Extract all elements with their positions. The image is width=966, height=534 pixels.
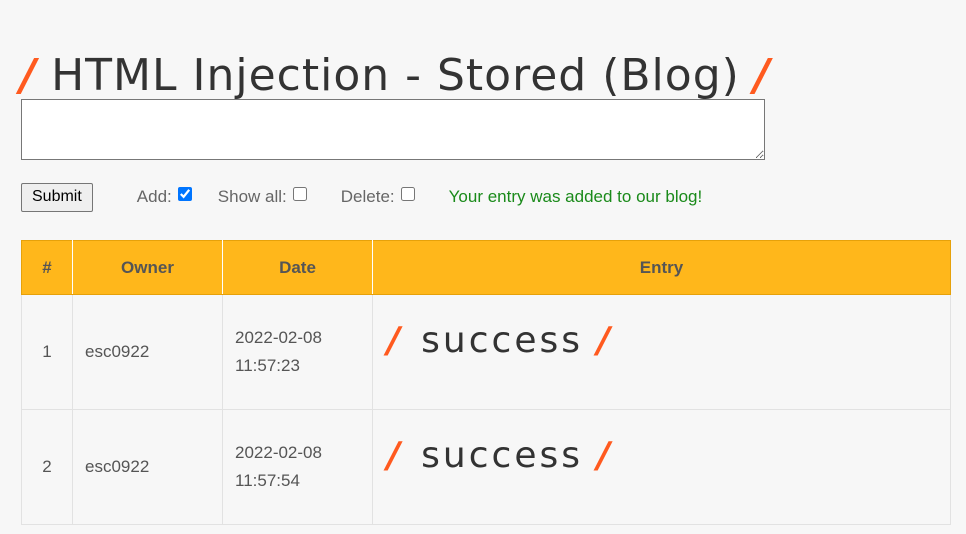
row-owner: esc0922 (72, 294, 223, 410)
entry-slash-right: / (596, 434, 614, 476)
row-date-day: 2022-02-08 (235, 443, 322, 462)
status-message: Your entry was added to our blog! (448, 187, 703, 206)
row-owner: esc0922 (72, 409, 223, 525)
title-slash-left: / (20, 49, 38, 101)
entry-text: success (421, 319, 583, 361)
blog-entry-textarea[interactable] (21, 99, 765, 160)
row-num: 1 (21, 294, 73, 410)
row-entry: / success / (372, 294, 951, 410)
delete-checkbox[interactable] (400, 187, 415, 201)
row-date: 2022-02-08 11:57:54 (222, 409, 373, 525)
entry-slash-left: / (387, 434, 404, 476)
delete-option: Delete: (341, 187, 415, 207)
row-date-day: 2022-02-08 (235, 328, 322, 347)
add-label: Add: (136, 187, 172, 206)
title-slash-right: / (753, 49, 771, 101)
table-row: 2 esc0922 2022-02-08 11:57:54 / success … (21, 409, 951, 525)
submit-button[interactable]: Submit (21, 182, 93, 212)
row-date-time: 11:57:54 (235, 471, 300, 490)
entry-content: / success / (387, 435, 613, 476)
page-title-text: HTML Injection - Stored (Blog) (51, 49, 740, 101)
entry-slash-right: / (596, 319, 614, 361)
show-all-label: Show all: (217, 187, 287, 206)
table-header-row: # Owner Date Entry (21, 240, 951, 295)
row-date-time: 11:57:23 (235, 356, 300, 375)
column-header-date: Date (222, 240, 373, 295)
entry-text: success (421, 434, 583, 476)
add-checkbox[interactable] (177, 187, 192, 201)
show-all-option: Show all: (218, 187, 307, 207)
page: / HTML Injection - Stored (Blog) / Submi… (0, 0, 966, 534)
blog-table: # Owner Date Entry 1 esc0922 2022-02-08 … (21, 240, 951, 525)
add-option: Add: (137, 187, 192, 207)
form-controls: Submit Add: Show all: Delete: Your entry… (21, 181, 941, 213)
show-all-checkbox[interactable] (292, 187, 307, 201)
row-num: 2 (21, 409, 73, 525)
table-row: 1 esc0922 2022-02-08 11:57:23 / success … (21, 294, 951, 410)
entry-content: / success / (387, 320, 613, 361)
column-header-entry: Entry (372, 240, 951, 295)
delete-label: Delete: (340, 187, 395, 206)
column-header-num: # (21, 240, 73, 295)
column-header-owner: Owner (72, 240, 223, 295)
row-entry: / success / (372, 409, 951, 525)
row-date: 2022-02-08 11:57:23 (222, 294, 373, 410)
page-title: / HTML Injection - Stored (Blog) / (20, 43, 771, 107)
entry-slash-left: / (387, 319, 404, 361)
